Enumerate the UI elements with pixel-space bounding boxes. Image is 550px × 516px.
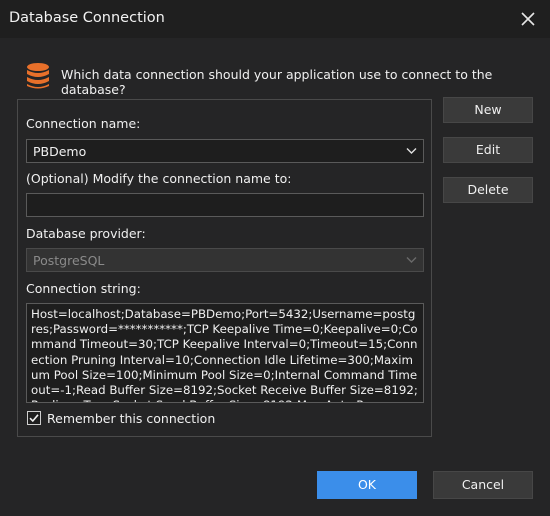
modify-name-input[interactable] bbox=[26, 193, 424, 217]
connection-name-label: Connection name: bbox=[26, 116, 141, 131]
connection-name-dropdown[interactable]: PBDemo bbox=[26, 139, 424, 163]
chevron-down-icon bbox=[406, 148, 417, 154]
prompt-question: Which data connection should your applic… bbox=[61, 67, 493, 97]
cancel-button[interactable]: Cancel bbox=[433, 471, 533, 499]
remember-connection-label: Remember this connection bbox=[47, 411, 216, 426]
close-icon bbox=[521, 12, 535, 26]
database-provider-dropdown: PostgreSQL bbox=[26, 248, 424, 272]
window-title: Database Connection bbox=[9, 10, 165, 26]
connection-string-label: Connection string: bbox=[26, 281, 141, 296]
checkmark-icon bbox=[29, 414, 39, 423]
remember-connection-checkbox[interactable] bbox=[27, 411, 41, 425]
connection-name-value: PBDemo bbox=[33, 144, 87, 159]
modify-name-label: (Optional) Modify the connection name to… bbox=[26, 171, 292, 186]
edit-button[interactable]: Edit bbox=[443, 137, 533, 163]
connection-string-textarea[interactable]: Host=localhost;Database=PBDemo;Port=5432… bbox=[26, 303, 424, 403]
delete-button[interactable]: Delete bbox=[443, 177, 533, 203]
chevron-down-icon bbox=[406, 257, 417, 263]
new-button[interactable]: New bbox=[443, 97, 533, 123]
close-button[interactable] bbox=[518, 9, 538, 29]
ok-button[interactable]: OK bbox=[317, 471, 417, 499]
title-bar: Database Connection bbox=[0, 0, 550, 38]
database-provider-value: PostgreSQL bbox=[33, 253, 105, 268]
database-icon bbox=[27, 63, 49, 89]
database-provider-label: Database provider: bbox=[26, 226, 146, 241]
